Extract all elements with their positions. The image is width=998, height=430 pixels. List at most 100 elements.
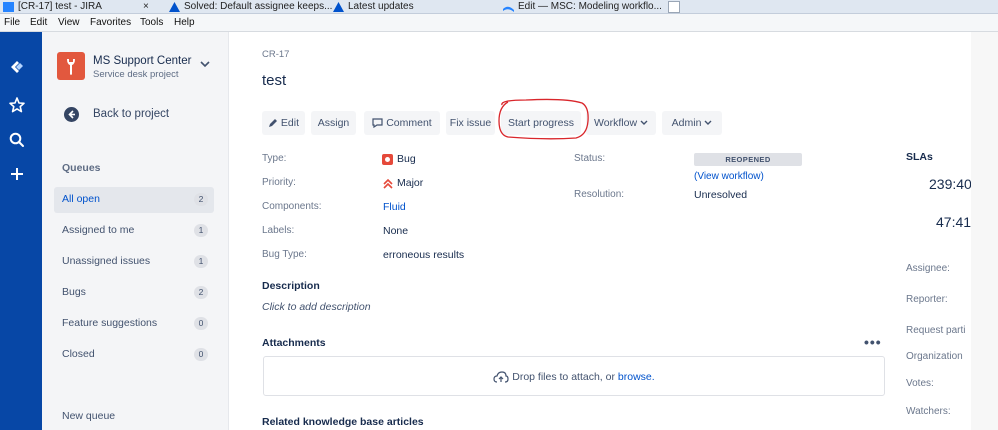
queue-label: All open <box>62 193 100 205</box>
back-arrow-icon[interactable] <box>64 107 79 122</box>
queue-assigned-to-me[interactable]: Assigned to me 1 <box>54 218 214 244</box>
queue-count: 0 <box>194 317 208 330</box>
queue-label: Feature suggestions <box>62 317 158 329</box>
queue-count: 2 <box>194 286 208 299</box>
menu-bar: File Edit View Favorites Tools Help <box>0 14 998 32</box>
priority-major-icon <box>383 178 393 189</box>
request-participants-label: Request parti <box>906 325 966 336</box>
chevron-down-icon <box>640 120 648 126</box>
labels-value[interactable]: None <box>383 225 408 237</box>
description-heading: Description <box>262 280 320 292</box>
new-queue-link[interactable]: New queue <box>62 410 115 422</box>
organizations-label: Organization <box>906 351 963 362</box>
view-workflow-link[interactable]: (View workflow) <box>694 171 764 182</box>
menu-edit[interactable]: Edit <box>30 17 47 28</box>
description-placeholder[interactable]: Click to add description <box>262 301 371 313</box>
priority-value: Major <box>397 177 424 189</box>
labels-label: Labels: <box>262 225 295 236</box>
queue-unassigned-issues[interactable]: Unassigned issues 1 <box>54 249 214 275</box>
jira-logo-icon[interactable] <box>8 58 26 76</box>
jira-favicon-icon <box>3 2 14 12</box>
admin-dropdown-label: Admin <box>671 117 702 129</box>
queue-label: Assigned to me <box>62 224 135 236</box>
bug-icon <box>382 154 393 165</box>
type-value: Bug <box>397 153 416 165</box>
assign-button[interactable]: Assign <box>311 111 356 135</box>
comment-button[interactable]: Comment <box>364 111 440 135</box>
project-type: Service desk project <box>93 69 179 80</box>
attachments-heading: Attachments <box>262 337 326 349</box>
queue-count: 1 <box>194 224 208 237</box>
atlassian-favicon-icon <box>333 2 344 12</box>
pencil-icon <box>268 119 277 128</box>
browser-tab-bar: [CR-17] test - JIRA × Solved: Default as… <box>0 0 998 14</box>
queue-count: 0 <box>194 348 208 361</box>
attachments-more-button[interactable]: ••• <box>864 334 882 350</box>
issue-key-breadcrumb[interactable]: CR-17 <box>262 49 289 60</box>
resolution-value: Unresolved <box>694 189 748 201</box>
comment-button-label: Comment <box>386 117 432 129</box>
search-icon[interactable] <box>8 131 26 149</box>
related-articles-heading: Related knowledge base articles <box>262 416 424 428</box>
components-value[interactable]: Fluid <box>383 201 406 213</box>
workflow-dropdown-label: Workflow <box>594 117 638 129</box>
votes-label: Votes: <box>906 378 934 389</box>
tab-label: Solved: Default assignee keeps... <box>184 1 333 12</box>
fix-issue-button-label: Fix issue <box>449 117 492 129</box>
wrench-icon <box>67 59 75 75</box>
queue-label: Bugs <box>62 286 86 298</box>
start-progress-button-label: Start progress <box>508 117 574 129</box>
bug-type-value[interactable]: erroneous results <box>383 249 464 261</box>
reporter-label: Reporter: <box>906 294 948 305</box>
queue-count: 2 <box>194 193 208 206</box>
cloud-upload-icon <box>493 371 509 383</box>
edit-button[interactable]: Edit <box>262 111 305 135</box>
project-name[interactable]: MS Support Center <box>93 55 191 67</box>
bug-type-label: Bug Type: <box>262 249 307 260</box>
tab-label: Latest updates <box>348 1 414 12</box>
chevron-down-icon[interactable] <box>200 60 210 68</box>
plus-icon[interactable] <box>8 165 26 183</box>
workflow-dropdown[interactable]: Workflow <box>586 111 656 135</box>
browser-tab-edit-msc[interactable]: Edit — MSC: Modeling workflo... <box>500 0 662 14</box>
watchers-label: Watchers: <box>906 406 951 417</box>
browser-tab-latest-updates[interactable]: Latest updates <box>330 0 414 14</box>
browser-tab-solved[interactable]: Solved: Default assignee keeps... <box>166 0 332 14</box>
page-scroll-area[interactable] <box>971 32 998 430</box>
status-label: Status: <box>574 153 606 164</box>
issue-title[interactable]: test <box>262 72 286 89</box>
tab-label: Edit — MSC: Modeling workflo... <box>518 1 662 12</box>
menu-favorites[interactable]: Favorites <box>90 17 131 28</box>
project-sidebar: MS Support Center Service desk project B… <box>42 32 229 430</box>
components-label: Components: <box>262 201 322 212</box>
queue-all-open[interactable]: All open 2 <box>54 187 214 213</box>
resolution-label: Resolution: <box>574 189 625 200</box>
admin-dropdown[interactable]: Admin <box>662 111 722 135</box>
menu-file[interactable]: File <box>4 17 20 28</box>
queue-feature-suggestions[interactable]: Feature suggestions 0 <box>54 311 214 337</box>
back-to-project-link[interactable]: Back to project <box>93 108 169 120</box>
queue-closed[interactable]: Closed 0 <box>54 342 214 368</box>
global-nav <box>0 32 42 430</box>
new-tab-button[interactable] <box>668 1 680 13</box>
drop-text: Drop files to attach, or <box>512 371 618 383</box>
menu-view[interactable]: View <box>58 17 80 28</box>
queues-heading: Queues <box>62 162 101 174</box>
browse-link[interactable]: browse. <box>618 371 655 383</box>
menu-tools[interactable]: Tools <box>140 17 163 28</box>
star-icon[interactable] <box>8 96 26 114</box>
close-tab-icon[interactable]: × <box>143 0 149 14</box>
fix-issue-button[interactable]: Fix issue <box>446 111 495 135</box>
tab-label: [CR-17] test - JIRA <box>18 1 102 12</box>
menu-help[interactable]: Help <box>174 17 195 28</box>
queue-label: Closed <box>62 348 95 360</box>
browser-tab-jira[interactable]: [CR-17] test - JIRA <box>0 0 102 14</box>
project-avatar[interactable] <box>57 52 85 80</box>
attachment-dropzone[interactable]: Drop files to attach, or browse. <box>263 356 885 396</box>
atlassian-favicon-icon <box>169 2 180 12</box>
queue-count: 1 <box>194 255 208 268</box>
sla-time-first-response: 239:40 <box>929 176 972 192</box>
queue-bugs[interactable]: Bugs 2 <box>54 280 214 306</box>
confluence-favicon-icon <box>503 6 514 12</box>
start-progress-button[interactable]: Start progress <box>501 111 581 135</box>
